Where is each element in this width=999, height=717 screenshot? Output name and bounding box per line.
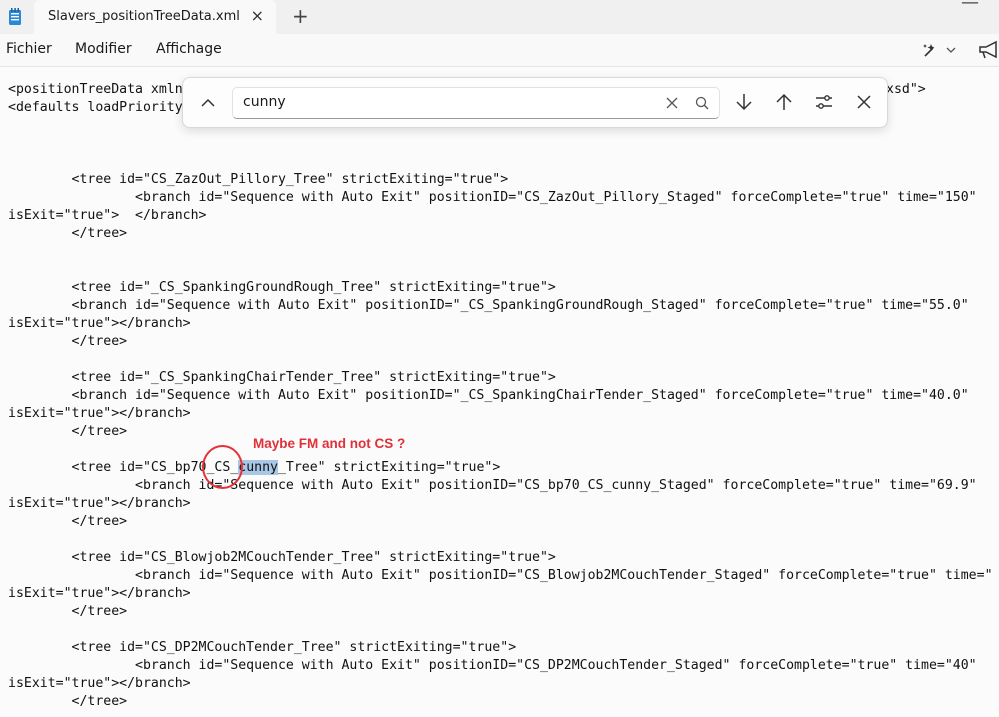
menu-modifier[interactable]: Modifier: [75, 41, 132, 57]
code-line: isExit="true"></branch>: [8, 496, 191, 511]
code-line: <branch id="Sequence with Auto Exit" pos…: [8, 658, 977, 673]
code-line: <branch id="Sequence with Auto Exit" pos…: [8, 568, 993, 583]
code-line: isExit="true"></branch>: [8, 406, 191, 421]
search-match-highlight: cunny: [238, 460, 278, 475]
close-icon[interactable]: [853, 91, 875, 113]
code-line: <tree id="CS_Blowjob2MCouchTender_Tree" …: [8, 550, 556, 565]
minimize-icon[interactable]: —: [961, 0, 979, 13]
menu-fichier[interactable]: Fichier: [6, 41, 52, 57]
code-line: <defaults loadPriority: [8, 100, 183, 115]
tab-title: Slavers_positionTreeData.xml: [48, 9, 240, 24]
clear-icon[interactable]: [664, 95, 680, 111]
annotation-circle: [202, 445, 243, 489]
title-bar: Slavers_positionTreeData.xml × + —: [0, 0, 999, 34]
code-line: </tree>: [8, 424, 128, 439]
code-line: <branch id="Sequence with Auto Exit" pos…: [8, 478, 977, 493]
code-line: <branch id="Sequence with Auto Exit" pos…: [8, 388, 969, 403]
notepad-icon: [9, 8, 21, 25]
megaphone-icon[interactable]: [978, 40, 999, 60]
search-query[interactable]: cunny: [243, 94, 286, 110]
code-line: <branch id="Sequence with Auto Exit" pos…: [8, 190, 977, 205]
code-line: <tree id="CS_bp70_CS_cunny_Tree" strictE…: [8, 459, 500, 477]
code-line: <branch id="Sequence with Auto Exit" pos…: [8, 298, 969, 313]
search-input[interactable]: cunny: [232, 87, 720, 119]
annotation-text: Maybe FM and not CS ?: [253, 436, 406, 451]
code-line: </tree>: [8, 694, 128, 709]
arrow-up-icon[interactable]: [773, 91, 795, 113]
code-segment: _Tree" strictExiting="true">: [277, 460, 501, 475]
text-editor[interactable]: <positionTreeData xmln <defaults loadPri…: [0, 67, 999, 717]
new-tab-button[interactable]: +: [292, 6, 309, 26]
tab-close-icon[interactable]: ×: [251, 8, 264, 24]
code-line: </tree>: [8, 226, 128, 241]
code-line: isExit="true"></branch>: [8, 316, 191, 331]
code-line: </tree>: [8, 334, 128, 349]
code-line: <tree id="_CS_SpankingGroundRough_Tree" …: [8, 280, 556, 295]
search-icon[interactable]: [694, 95, 710, 111]
tab-active[interactable]: Slavers_positionTreeData.xml ×: [34, 0, 276, 34]
code-line: <tree id="CS_ZazOut_Pillory_Tree" strict…: [8, 172, 509, 187]
code-line: <positionTreeData xmln: [8, 82, 183, 97]
arrow-down-icon[interactable]: [733, 91, 755, 113]
code-line: <tree id="_CS_SpankingChairTender_Tree" …: [8, 370, 556, 385]
code-line: isExit="true"></branch>: [8, 676, 191, 691]
options-icon[interactable]: [813, 91, 835, 113]
code-line: isExit="true"></branch>: [8, 586, 191, 601]
menu-affichage[interactable]: Affichage: [156, 41, 222, 57]
chevron-up-icon[interactable]: [198, 93, 218, 113]
code-line: </tree>: [8, 514, 128, 529]
find-bar: cunny: [182, 77, 888, 128]
code-line: <tree id="CS_DP2MCouchTender_Tree" stric…: [8, 640, 517, 655]
copilot-write-icon[interactable]: [922, 41, 956, 59]
code-line: isExit="true"> </branch>: [8, 208, 207, 223]
code-line: </tree>: [8, 604, 128, 619]
menu-bar: Fichier Modifier Affichage: [0, 34, 999, 66]
code-line: xsd">: [886, 82, 926, 97]
